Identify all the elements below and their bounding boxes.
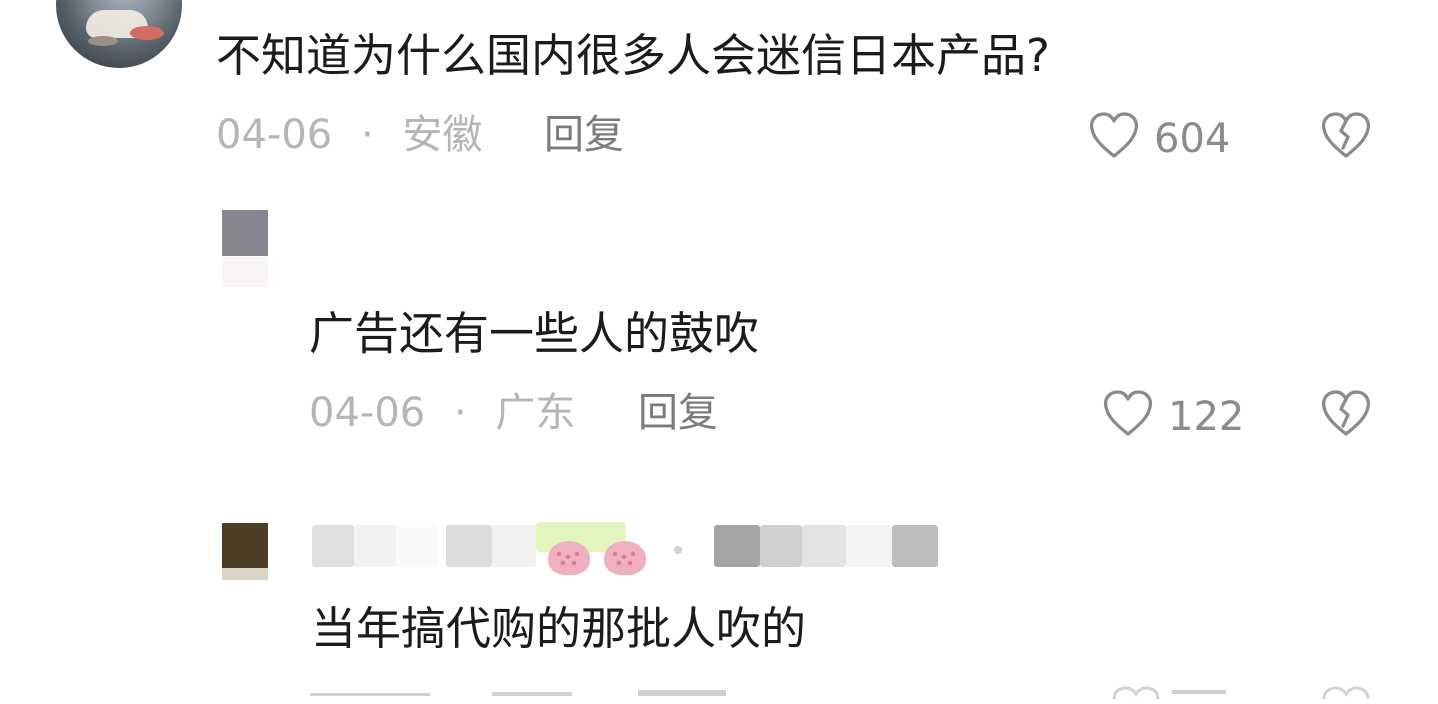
- username-blur: [492, 525, 536, 567]
- username-blur: [354, 525, 396, 567]
- comment-meta: 04-06 · 广东: [309, 393, 575, 433]
- broken-heart-icon: [1318, 685, 1374, 704]
- reply-button[interactable]: 回复: [544, 115, 624, 155]
- username-blur: [396, 525, 438, 567]
- comment-text: 当年搞代购的那批人吹的: [311, 602, 807, 655]
- comment-text: 不知道为什么国内很多人会迷信日本产品?: [216, 29, 1050, 82]
- comment-location: 安徽: [402, 112, 483, 158]
- meta-separator: ·: [453, 390, 467, 436]
- username-blur: [312, 525, 354, 567]
- comment-location: 广东: [495, 390, 576, 436]
- broken-heart-icon[interactable]: [1318, 388, 1374, 442]
- reply-button[interactable]: 回复: [638, 393, 718, 433]
- strawberry-icon: [548, 541, 590, 575]
- avatar[interactable]: [56, 0, 182, 68]
- avatar-blur: [222, 568, 268, 580]
- cutoff-reply: [638, 690, 726, 696]
- comment-date: 04-06: [216, 112, 333, 158]
- meta-separator: ·: [360, 112, 374, 158]
- username-blur: [892, 525, 938, 567]
- username-blur: [846, 525, 892, 567]
- comment-text: 广告还有一些人的鼓吹: [309, 307, 760, 360]
- avatar[interactable]: [222, 523, 268, 568]
- comment-meta: 04-06 · 安徽: [216, 115, 482, 155]
- heart-icon: [1102, 388, 1154, 445]
- username-blur: [802, 525, 846, 567]
- like-button[interactable]: 122: [1102, 388, 1244, 445]
- strawberry-icon: [604, 541, 646, 575]
- username-blur: [446, 525, 492, 567]
- cutoff-meta: [310, 693, 430, 696]
- avatar[interactable]: [222, 210, 268, 256]
- username-blur: [714, 525, 760, 567]
- meta-separator: [674, 546, 682, 554]
- like-count: 122: [1168, 393, 1245, 440]
- avatar-blur: [222, 257, 268, 287]
- like-count: 604: [1154, 115, 1231, 162]
- cutoff-meta: [492, 692, 572, 696]
- broken-heart-icon[interactable]: [1318, 110, 1374, 164]
- username-blur: [760, 525, 802, 567]
- heart-icon: [1088, 110, 1140, 167]
- comment-date: 04-06: [309, 390, 426, 436]
- like-button[interactable]: 604: [1088, 110, 1230, 167]
- heart-icon: [1110, 685, 1162, 704]
- cutoff-like-count: [1172, 690, 1226, 694]
